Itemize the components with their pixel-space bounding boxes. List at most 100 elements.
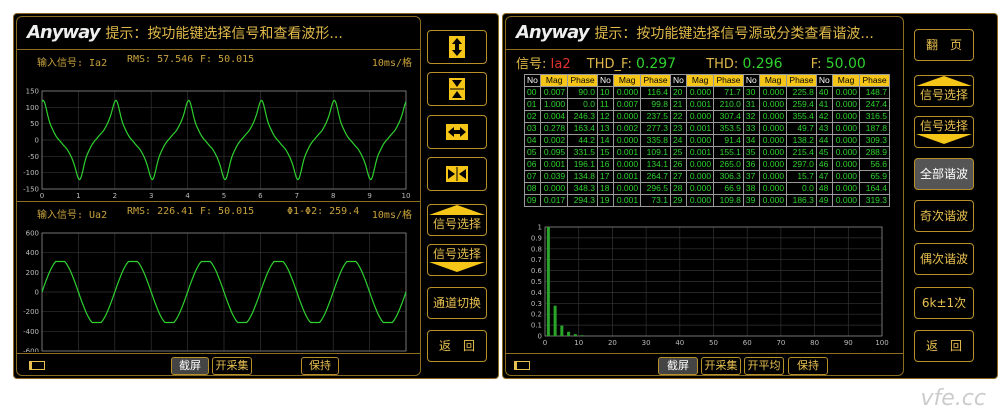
signal-select-up-button[interactable]: 信号选择 xyxy=(914,75,974,107)
y-tick-label: 100 xyxy=(26,104,39,112)
harmonic-order: 23 xyxy=(669,122,688,135)
table-header-no: No xyxy=(596,74,615,87)
hold-button[interactable]: 保持 xyxy=(301,357,339,375)
harmonic-mag: 0.000 xyxy=(832,110,861,123)
signal-select-up-button[interactable]: 信号选择 xyxy=(427,204,487,236)
harmonic-phase: 294.3 xyxy=(567,194,598,207)
y-tick-label: 0.4 xyxy=(531,289,543,297)
all-harmonics-button[interactable]: 全部谐波 xyxy=(914,158,974,190)
harmonic-order: 36 xyxy=(742,158,761,171)
back-button[interactable]: 返 回 xyxy=(427,330,487,362)
harmonic-order: 31 xyxy=(742,98,761,111)
table-row: 07 0.039 134.8 17 0.001 264.7 27 0.000 306.3 37 0.… xyxy=(523,170,890,183)
x-tick-label: 10 xyxy=(402,192,411,200)
header: Anyway 提示：按功能键选择信号源或分类查看谐波... xyxy=(506,17,903,50)
harmonic-mag: 0.000 xyxy=(759,98,788,111)
compress-vertical-button[interactable] xyxy=(427,72,487,106)
battery-icon xyxy=(29,361,45,370)
expand-horizontal-button[interactable] xyxy=(427,115,487,149)
harmonic-mag: 0.001 xyxy=(613,146,642,159)
hint-text: 提示：按功能键选择信号和查看波形... xyxy=(105,26,343,42)
signal-select-up-label: 信号选择 xyxy=(432,217,481,231)
channel-switch-button[interactable]: 通道切换 xyxy=(427,287,487,319)
harmonic-order: 45 xyxy=(815,146,834,159)
harmonic-mag: 0.001 xyxy=(613,170,642,183)
x-tick-label: 4 xyxy=(185,192,190,200)
harmonic-phase: 210.0 xyxy=(713,98,744,111)
table-row: 03 0.278 163.4 13 0.002 277.3 23 0.001 353.5 33 0.… xyxy=(523,122,890,135)
harmonic-order: 02 xyxy=(523,110,542,123)
harmonic-phase: 99.8 xyxy=(640,98,671,111)
harmonic-order: 39 xyxy=(742,194,761,207)
harmonic-mag: 0.000 xyxy=(832,158,861,171)
x-tick-label: 5 xyxy=(222,192,226,200)
y-tick-label: 0.9 xyxy=(531,234,542,242)
measurement-line: 信号: Ia2 THD_F: 0.297 THD: 0.296 F: 50.00 xyxy=(516,53,866,72)
table-header-mag: Mag xyxy=(832,74,861,87)
y-tick-label: 200 xyxy=(26,269,39,277)
harmonic-bar-chart: 0 10 20 30 40 50 60 70 80 90 100 0 0.1 0.2 0.3 0.4 0.5 0.… xyxy=(531,224,889,348)
table-header-phase: Phase xyxy=(786,74,817,87)
odd-harmonics-button[interactable]: 奇次谐波 xyxy=(914,200,974,232)
harmonic-mag: 0.007 xyxy=(613,98,642,111)
harmonic-phase: 187.8 xyxy=(859,122,890,135)
table-row: 05 0.095 331.5 15 0.001 109.1 25 0.001 155.1 35 0.… xyxy=(523,146,890,159)
harmonic-phase: 353.5 xyxy=(713,122,744,135)
harmonic-order: 17 xyxy=(596,170,615,183)
average-button[interactable]: 开平均 xyxy=(744,357,784,375)
screenshot-button[interactable]: 截屏 xyxy=(658,357,698,375)
harmonic-mag: 0.002 xyxy=(613,122,642,135)
y-tick-label: 0.6 xyxy=(531,267,543,275)
harmonic-order: 27 xyxy=(669,170,688,183)
page-button[interactable]: 翻 页 xyxy=(914,29,974,61)
arrow-down-icon xyxy=(916,134,972,144)
back-button[interactable]: 返 回 xyxy=(914,330,974,362)
y-tick-label: 0 xyxy=(538,333,542,341)
y-tick-label: 150 xyxy=(26,88,39,96)
x-tick-label: 100 xyxy=(875,339,888,347)
harmonic-phase: 155.1 xyxy=(713,146,744,159)
harmonic-main-area: Anyway 提示：按功能键选择信号源或分类查看谐波... 信号: Ia2 THD… xyxy=(505,16,904,376)
even-harmonics-button[interactable]: 偶次谐波 xyxy=(914,243,974,275)
expand-vertical-button[interactable] xyxy=(427,30,487,64)
harmonic-order: 01 xyxy=(523,98,542,111)
x-tick-label: 9 xyxy=(367,192,371,200)
acquire-button[interactable]: 开采集 xyxy=(212,357,252,375)
harmonic-mag: 0.000 xyxy=(832,86,861,99)
harmonic-order: 13 xyxy=(596,122,615,135)
x-tick-label: 10 xyxy=(574,339,583,347)
table-header-mag: Mag xyxy=(613,74,642,87)
6k-pm1-harmonics-button[interactable]: 6k±1次 xyxy=(914,287,974,319)
waveform-screen: Anyway 提示：按功能键选择信号和查看波形... 输入信号: Ia2 RMS:… xyxy=(13,13,499,379)
harmonic-phase: 259.4 xyxy=(786,98,817,111)
harmonic-phase: 164.4 xyxy=(859,182,890,195)
thd-value: 0.296 xyxy=(742,56,783,72)
thdf-value: 0.297 xyxy=(635,56,677,72)
harmonic-order: 49 xyxy=(815,194,834,207)
harmonic-order: 04 xyxy=(523,134,542,147)
harmonic-mag: 0.000 xyxy=(832,98,861,111)
signal-select-down-button[interactable]: 信号选择 xyxy=(427,244,487,276)
signal-select-down-button[interactable]: 信号选择 xyxy=(914,116,974,148)
harmonic-order: 20 xyxy=(669,86,688,99)
harmonic-order: 16 xyxy=(596,158,615,171)
table-row: 02 0.004 246.3 12 0.000 237.5 22 0.000 307.4 32 0.… xyxy=(523,110,890,123)
harmonic-mag: 0.001 xyxy=(613,194,642,207)
harmonic-order: 44 xyxy=(815,134,834,147)
y-tick-label: 600 xyxy=(26,230,39,238)
expand-vertical-icon xyxy=(449,36,465,58)
harmonic-mag: 0.017 xyxy=(540,194,569,207)
hold-button[interactable]: 保持 xyxy=(788,357,828,375)
y-tick-label: 0.7 xyxy=(531,256,542,264)
harmonic-order: 22 xyxy=(669,110,688,123)
acquire-button[interactable]: 开采集 xyxy=(701,357,741,375)
freq-value: 50.00 xyxy=(825,56,866,72)
harmonic-phase: 44.2 xyxy=(567,134,598,147)
harmonic-mag: 0.000 xyxy=(686,86,715,99)
harmonic-phase: 163.4 xyxy=(567,122,598,135)
harmonic-mag: 0.004 xyxy=(540,110,569,123)
harmonic-mag: 0.000 xyxy=(832,134,861,147)
thdf-label: THD_F: xyxy=(586,57,632,72)
compress-horizontal-button[interactable] xyxy=(427,157,487,191)
screenshot-button[interactable]: 截屏 xyxy=(171,357,209,375)
